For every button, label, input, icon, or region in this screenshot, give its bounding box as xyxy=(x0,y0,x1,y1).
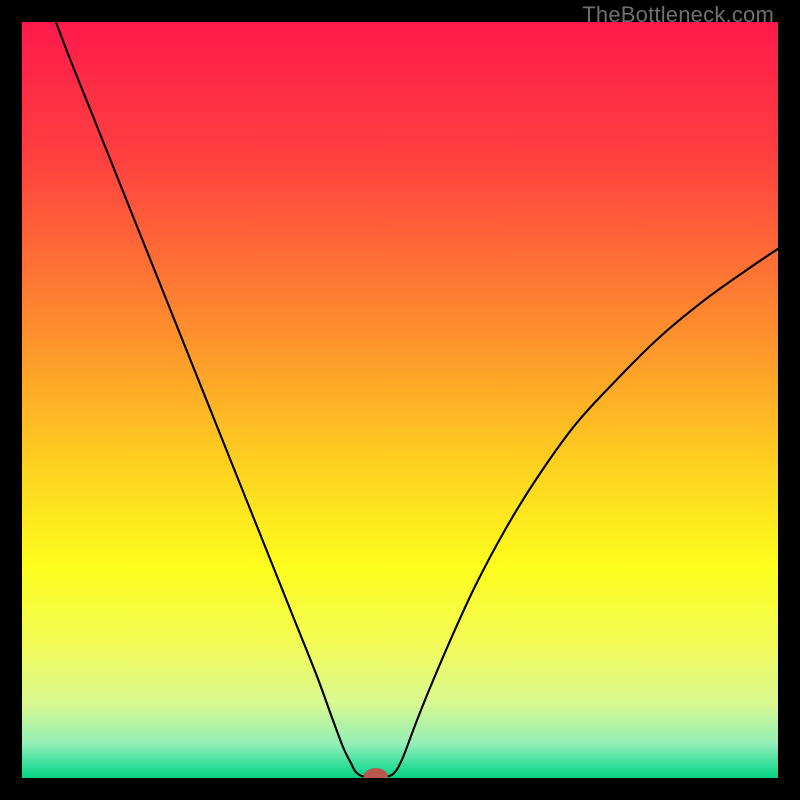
chart-background-gradient xyxy=(22,22,778,778)
bottleneck-chart xyxy=(22,22,778,778)
chart-frame xyxy=(22,22,778,778)
watermark-text: TheBottleneck.com xyxy=(582,2,774,28)
